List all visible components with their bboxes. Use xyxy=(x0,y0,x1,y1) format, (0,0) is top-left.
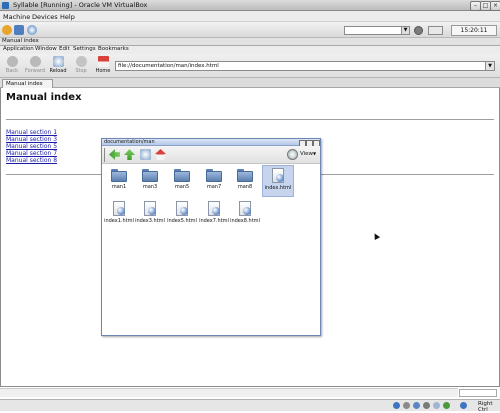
folder-icon xyxy=(111,169,127,182)
menu-window[interactable]: Window xyxy=(35,46,57,52)
tray-indicator[interactable] xyxy=(428,26,443,35)
view-button[interactable]: View ▼ xyxy=(286,148,318,162)
menu-help[interactable]: Help xyxy=(60,13,75,21)
menu-bookmarks[interactable]: Bookmarks xyxy=(98,46,129,52)
url-text: file://documentation/man/index.html xyxy=(118,63,219,69)
toolbar-grip xyxy=(104,148,105,162)
network-icon[interactable] xyxy=(413,402,420,409)
folder-item-man1[interactable]: man1 xyxy=(104,166,134,196)
home-icon xyxy=(97,56,109,67)
menu-devices[interactable]: Devices xyxy=(32,13,58,21)
keyboard-capture-icon[interactable] xyxy=(460,402,467,409)
reload-icon[interactable] xyxy=(140,149,151,160)
url-input[interactable]: file://documentation/man/index.html ▼ xyxy=(115,61,495,71)
folder-item-man7[interactable]: man7 xyxy=(199,166,229,196)
home-button[interactable]: Home xyxy=(92,55,114,77)
gear-icon[interactable] xyxy=(414,26,423,35)
vbox-titlebar: Syllable [Running] - Oracle VM VirtualBo… xyxy=(0,0,500,11)
vbox-window-title: Syllable [Running] - Oracle VM VirtualBo… xyxy=(13,1,148,9)
folder-icon xyxy=(174,169,190,182)
forward-button[interactable]: Forward xyxy=(24,55,46,77)
file-item-index7-html[interactable]: index7.html xyxy=(199,199,229,229)
menu-settings[interactable]: Settings xyxy=(73,46,96,52)
html-file-icon xyxy=(239,201,251,216)
folder-icon xyxy=(237,169,253,182)
arrow-left-icon xyxy=(6,56,18,67)
tab-bar xyxy=(0,78,500,88)
desktop-panel xyxy=(0,22,500,38)
view-icon xyxy=(287,149,298,160)
browser-window-title: Manual index xyxy=(2,38,39,44)
reload-button[interactable]: Reload xyxy=(47,55,69,77)
html-file-icon xyxy=(272,168,284,183)
browser-status-bar xyxy=(0,388,458,397)
browser-menubar: Application Window Edit Settings Bookmar… xyxy=(0,46,500,54)
link-manual-section-8[interactable]: Manual section 8 xyxy=(6,157,57,164)
file-item-index5-html[interactable]: index5.html xyxy=(167,199,197,229)
menu-edit[interactable]: Edit xyxy=(59,46,70,52)
menu-machine[interactable]: Machine xyxy=(3,13,30,21)
back-button[interactable]: Back xyxy=(1,55,23,77)
folder-icon xyxy=(206,169,222,182)
file-manager-title: documentation/man xyxy=(104,139,155,145)
folder-item-man8[interactable]: man8 xyxy=(230,166,260,196)
arrow-right-icon xyxy=(29,56,41,67)
folder-icon xyxy=(142,169,158,182)
reload-icon xyxy=(52,56,64,67)
file-browser-icon[interactable] xyxy=(14,25,24,35)
vbox-menubar: Machine Devices Help xyxy=(0,11,500,22)
virtualbox-icon xyxy=(2,2,9,9)
syllable-start-icon[interactable] xyxy=(2,25,12,35)
browser-titlebar: Manual index xyxy=(0,38,500,46)
host-key-label: Right Ctrl xyxy=(478,401,493,413)
html-file-icon xyxy=(208,201,220,216)
usb-icon[interactable] xyxy=(423,402,430,409)
status-field xyxy=(459,389,497,397)
stop-icon xyxy=(75,56,87,67)
html-file-icon xyxy=(113,201,125,216)
file-item-index1-html[interactable]: index1.html xyxy=(104,199,134,229)
close-button[interactable]: × xyxy=(490,1,500,11)
divider xyxy=(6,119,494,120)
clock: 15:20:11 xyxy=(451,25,497,36)
link-manual-section-3[interactable]: Manual section 3 xyxy=(6,136,57,143)
file-item-index3-html[interactable]: index3.html xyxy=(135,199,165,229)
html-file-icon xyxy=(176,201,188,216)
stop-button[interactable]: Stop xyxy=(70,55,92,77)
file-manager-titlebar: documentation/man xyxy=(102,139,320,147)
menu-application[interactable]: Application xyxy=(3,46,34,52)
mouse-integration-icon[interactable] xyxy=(443,402,450,409)
html-file-icon xyxy=(144,201,156,216)
shared-folders-icon[interactable] xyxy=(433,402,440,409)
link-manual-section-5[interactable]: Manual section 5 xyxy=(6,143,57,150)
folder-item-man3[interactable]: man3 xyxy=(135,166,165,196)
web-browser-icon[interactable] xyxy=(27,25,37,35)
file-item-index8-html[interactable]: index8.html xyxy=(230,199,260,229)
tab-manual-index[interactable]: Manual index xyxy=(2,79,53,88)
chevron-down-icon: ▼ xyxy=(313,151,317,156)
folder-item-man5[interactable]: man5 xyxy=(167,166,197,196)
optical-drive-icon[interactable] xyxy=(403,402,410,409)
page-title: Manual index xyxy=(6,92,82,103)
hard-disk-icon[interactable] xyxy=(393,402,400,409)
file-item-index-html[interactable]: index.html xyxy=(262,165,294,197)
link-manual-section-7[interactable]: Manual section 7 xyxy=(6,150,57,157)
chevron-down-icon[interactable]: ▼ xyxy=(485,62,494,70)
chevron-down-icon: ▼ xyxy=(401,27,409,34)
link-manual-section-1[interactable]: Manual section 1 xyxy=(6,129,57,136)
window-list-select[interactable]: ▼ xyxy=(344,26,410,35)
